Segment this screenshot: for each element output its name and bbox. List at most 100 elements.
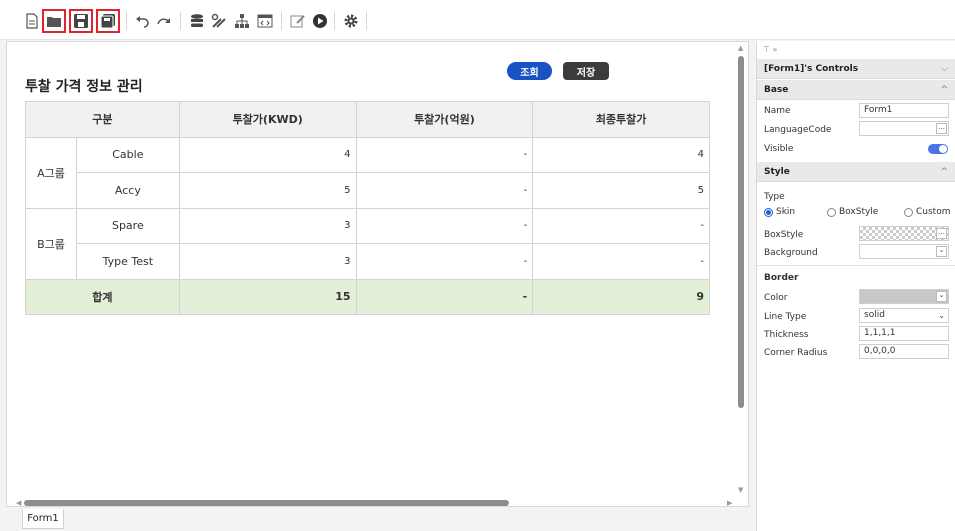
name-label: Name xyxy=(764,106,791,116)
new-file-icon[interactable] xyxy=(21,10,43,32)
redo-icon[interactable] xyxy=(153,10,175,32)
kwd-cell[interactable]: 4 xyxy=(178,136,357,173)
background-label: Background xyxy=(764,248,818,258)
bid-price-grid[interactable]: 구분 투찰가(KWD) 투찰가(억원) 최종투찰가 A그룹 Cable 4 - … xyxy=(25,101,710,315)
final-cell[interactable]: - xyxy=(532,207,710,244)
type-label: Type xyxy=(764,192,785,202)
item-cell[interactable]: Cable xyxy=(75,136,180,173)
chevron-down-icon[interactable]: ⌄ xyxy=(938,309,945,322)
eok-cell[interactable]: - xyxy=(355,207,534,244)
total-row: 합계 15 - 9 xyxy=(25,278,710,315)
code-view-icon[interactable] xyxy=(254,10,276,32)
thickness-field[interactable]: 1,1,1,1 xyxy=(859,326,949,341)
eok-cell[interactable]: - xyxy=(355,243,534,280)
corner-radius-field[interactable]: 0,0,0,0 xyxy=(859,344,949,359)
tools-icon[interactable] xyxy=(208,10,230,32)
border-color-select[interactable]: ⌄ xyxy=(859,289,949,304)
chevron-up-icon[interactable]: ^ xyxy=(940,167,948,177)
edit-icon[interactable] xyxy=(287,10,309,32)
radio-boxstyle-label: BoxStyle xyxy=(839,207,879,217)
group-cell[interactable]: A그룹 xyxy=(25,136,77,209)
boxstyle-field[interactable]: … xyxy=(859,226,949,241)
language-code-field[interactable]: … xyxy=(859,121,949,136)
visible-toggle[interactable] xyxy=(928,144,948,154)
radio-skin[interactable]: Skin xyxy=(764,207,795,217)
item-cell[interactable]: Type Test xyxy=(75,243,180,280)
section-style-header[interactable]: Style ^ xyxy=(757,162,955,182)
section-base-title: Base xyxy=(764,84,789,95)
color-label: Color xyxy=(764,293,788,303)
kwd-cell[interactable]: 3 xyxy=(178,207,357,244)
vertical-scrollbar-thumb[interactable] xyxy=(738,56,744,408)
eok-cell[interactable]: - xyxy=(355,136,534,173)
total-final[interactable]: 9 xyxy=(532,278,710,315)
toolbar xyxy=(0,0,955,40)
panel-header-title: [Form1]'s Controls xyxy=(764,63,859,74)
designer-window: 투찰 가격 정보 관리 조회 저장 구분 투찰가(KWD) 투찰가(억원) 최종… xyxy=(0,0,955,531)
hierarchy-icon[interactable] xyxy=(231,10,253,32)
divider xyxy=(757,265,955,266)
search-button[interactable]: 조회 xyxy=(507,62,552,80)
settings-icon[interactable] xyxy=(340,10,362,32)
name-field[interactable]: Form1 xyxy=(859,103,949,118)
section-base-header[interactable]: Base ^ xyxy=(757,80,955,100)
header-kwd[interactable]: 투찰가(KWD) xyxy=(178,101,357,138)
kwd-cell[interactable]: 5 xyxy=(178,172,357,209)
total-label[interactable]: 합계 xyxy=(25,278,180,315)
total-eok[interactable]: - xyxy=(355,278,534,315)
eok-cell[interactable]: - xyxy=(355,172,534,209)
horizontal-scrollbar-thumb[interactable] xyxy=(24,500,509,506)
kwd-cell[interactable]: 3 xyxy=(178,243,357,280)
scroll-down-arrow[interactable]: ▼ xyxy=(738,486,743,494)
radio-unchecked-icon xyxy=(904,207,913,217)
page-title: 투찰 가격 정보 관리 xyxy=(25,79,143,95)
table-row: Accy 5 - 5 xyxy=(26,172,710,209)
ellipsis-button[interactable]: … xyxy=(936,123,947,134)
toolbar-separator xyxy=(180,12,181,30)
scroll-left-arrow[interactable]: ◀ xyxy=(16,499,21,507)
language-code-label: LanguageCode xyxy=(764,125,832,135)
tab-form1[interactable]: Form1 xyxy=(22,509,64,529)
corner-radius-label: Corner Radius xyxy=(764,348,828,358)
save-icon[interactable] xyxy=(69,9,93,33)
radio-custom-label: Custom xyxy=(916,207,951,217)
run-icon[interactable] xyxy=(309,10,331,32)
save-button[interactable]: 저장 xyxy=(563,62,609,80)
line-type-select[interactable]: solid ⌄ xyxy=(859,308,949,323)
toolbar-separator xyxy=(281,12,282,30)
chevron-up-icon[interactable]: ^ xyxy=(940,85,948,95)
grid-header-row: 구분 투찰가(KWD) 투찰가(억원) 최종투찰가 xyxy=(25,101,710,138)
database-icon[interactable] xyxy=(186,10,208,32)
panel-header[interactable]: [Form1]'s Controls ⌵ xyxy=(757,59,955,79)
item-cell[interactable]: Accy xyxy=(75,172,180,209)
header-final[interactable]: 최종투찰가 xyxy=(532,101,710,138)
item-cell[interactable]: Spare xyxy=(75,207,180,244)
final-cell[interactable]: - xyxy=(532,243,710,280)
radio-skin-label: Skin xyxy=(776,207,796,217)
pin-icon[interactable]: ⊤ » xyxy=(763,45,777,54)
background-select[interactable]: ⌄ xyxy=(859,244,949,259)
chevron-down-icon[interactable]: ⌄ xyxy=(936,246,947,257)
group-cell[interactable]: B그룹 xyxy=(25,207,77,280)
thickness-label: Thickness xyxy=(764,330,809,340)
open-folder-icon[interactable] xyxy=(42,9,66,33)
ellipsis-button[interactable]: … xyxy=(936,228,947,239)
final-cell[interactable]: 4 xyxy=(532,136,710,173)
table-row: Type Test 3 - - xyxy=(26,243,710,280)
final-cell[interactable]: 5 xyxy=(532,172,710,209)
scroll-up-arrow[interactable]: ▲ xyxy=(738,44,743,52)
header-category[interactable]: 구분 xyxy=(25,101,180,138)
header-eok[interactable]: 투찰가(억원) xyxy=(355,101,534,138)
total-kwd[interactable]: 15 xyxy=(178,278,357,315)
undo-icon[interactable] xyxy=(131,10,153,32)
radio-boxstyle[interactable]: BoxStyle xyxy=(827,207,878,217)
chevron-down-icon[interactable]: ⌵ xyxy=(941,64,948,74)
save-all-icon[interactable] xyxy=(96,9,120,33)
chevron-down-icon[interactable]: ⌄ xyxy=(936,291,947,302)
properties-panel: ⊤ » [Form1]'s Controls ⌵ Base ^ Name For… xyxy=(756,41,955,531)
scroll-right-arrow[interactable]: ▶ xyxy=(727,499,732,507)
radio-custom[interactable]: Custom xyxy=(904,207,950,217)
visible-label: Visible xyxy=(764,144,794,154)
table-row: B그룹 Spare 3 - - xyxy=(25,207,710,280)
toolbar-separator xyxy=(126,12,127,30)
